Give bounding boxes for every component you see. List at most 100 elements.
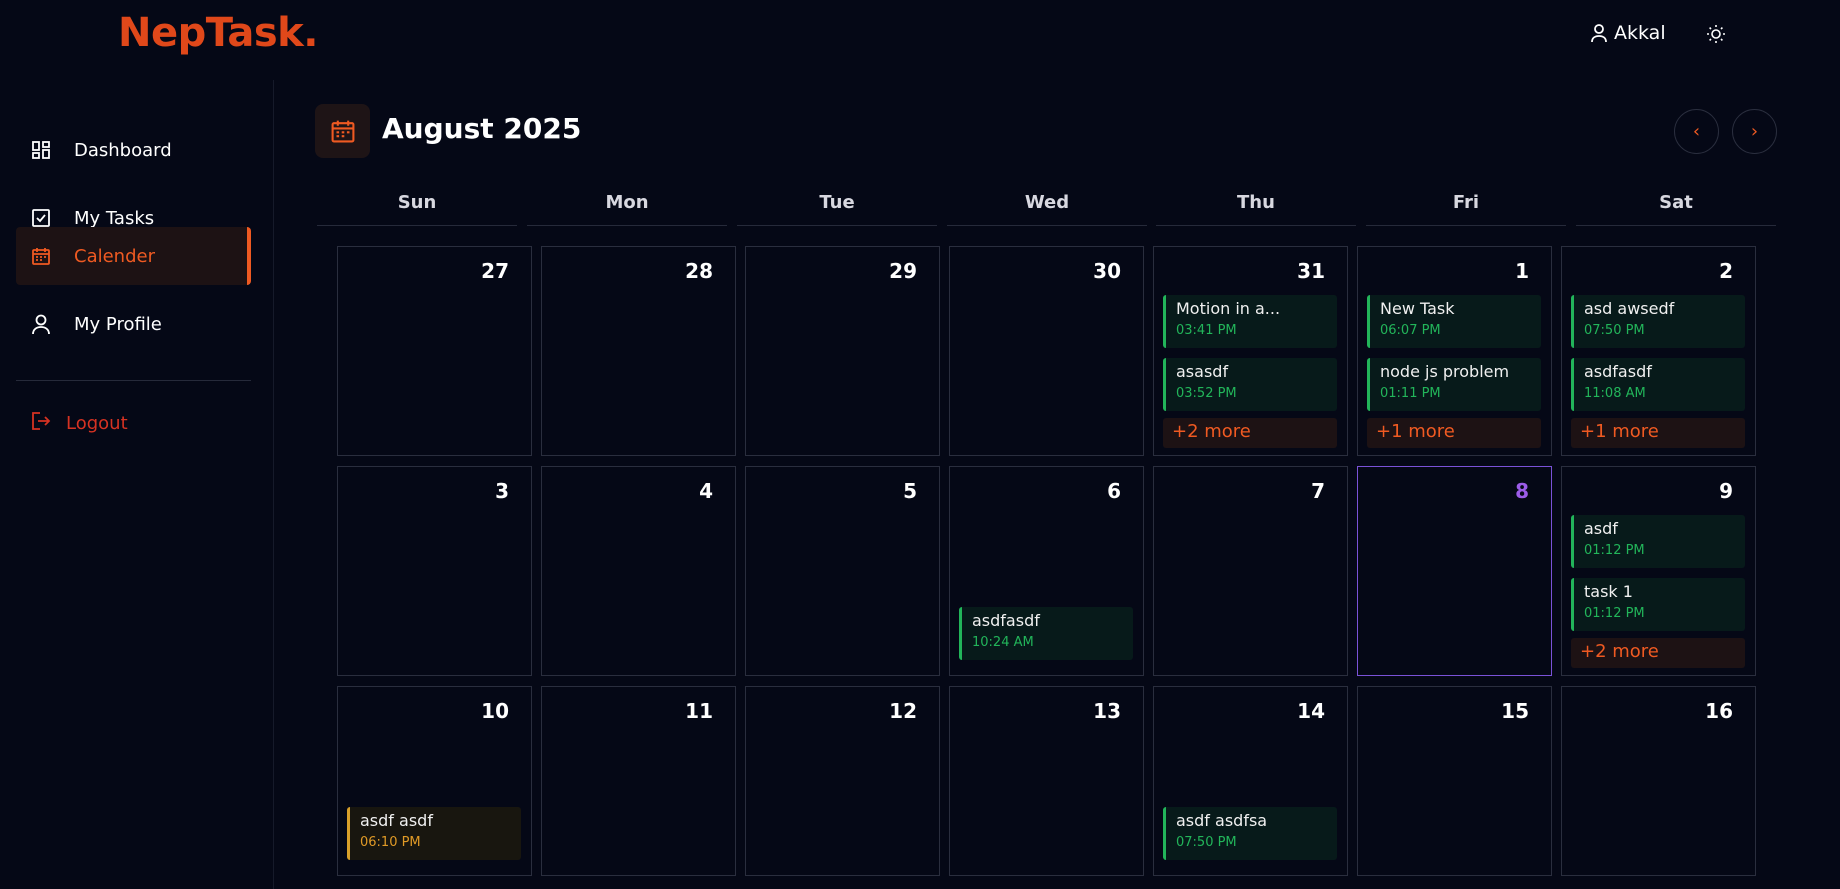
weekday-wed: Wed — [947, 192, 1147, 226]
event-card[interactable]: asdf 01:12 PM — [1571, 515, 1745, 568]
app-logo[interactable]: NepTask. — [118, 10, 318, 56]
event-title: asdfasdf — [1584, 362, 1652, 381]
event-card[interactable]: Motion in a... 03:41 PM — [1163, 295, 1337, 348]
event-title: node js problem — [1380, 362, 1510, 381]
day-number: 3 — [495, 479, 509, 503]
calendar-icon — [315, 104, 370, 158]
weekday-sun: Sun — [317, 192, 517, 226]
day-cell[interactable]: 31 Motion in a... 03:41 PM asasdf 03:52 PM +2… — [1153, 246, 1348, 456]
day-cell[interactable]: 7 — [1153, 466, 1348, 676]
user-icon — [1591, 24, 1607, 43]
event-card[interactable]: asdfasdf 10:24 AM — [959, 607, 1133, 660]
event-title: Motion in a... — [1176, 299, 1281, 318]
event-time: 07:50 PM — [1584, 323, 1645, 338]
more-events-button[interactable]: +2 more — [1163, 418, 1337, 448]
user-menu[interactable]: Akkal — [1590, 22, 1666, 44]
event-time: 01:12 PM — [1584, 606, 1645, 621]
event-card[interactable]: New Task 06:07 PM — [1367, 295, 1541, 348]
event-title: asasdf — [1176, 362, 1229, 381]
event-title: New Task — [1380, 299, 1455, 318]
event-time: 06:07 PM — [1380, 323, 1441, 338]
day-cell[interactable]: 6 asdfasdf 10:24 AM — [949, 466, 1144, 676]
day-cell[interactable]: 29 — [745, 246, 940, 456]
day-cell[interactable]: 16 — [1561, 686, 1756, 876]
event-card[interactable]: asd awsedf 07:50 PM — [1571, 295, 1745, 348]
day-number: 16 — [1705, 699, 1733, 723]
event-time: 11:08 AM — [1584, 386, 1646, 401]
sidebar-item-label: My Profile — [74, 313, 162, 335]
logout-icon — [30, 410, 52, 437]
day-number: 28 — [685, 259, 713, 283]
day-number: 27 — [481, 259, 509, 283]
event-time: 01:12 PM — [1584, 543, 1645, 558]
day-cell[interactable]: 14 asdf asdfsa 07:50 PM — [1153, 686, 1348, 876]
day-cell[interactable]: 27 — [337, 246, 532, 456]
day-cell[interactable]: 13 — [949, 686, 1144, 876]
grid-icon — [30, 139, 52, 161]
event-card[interactable]: asdfasdf 11:08 AM — [1571, 358, 1745, 411]
day-cell[interactable]: 1 New Task 06:07 PM node js problem 01:11 PM… — [1357, 246, 1552, 456]
event-card[interactable]: asdf asdfsa 07:50 PM — [1163, 807, 1337, 860]
day-cell[interactable]: 15 — [1357, 686, 1552, 876]
weekday-mon: Mon — [527, 192, 727, 226]
day-cell[interactable]: 12 — [745, 686, 940, 876]
day-cell[interactable]: 3 — [337, 466, 532, 676]
sidebar-divider — [16, 380, 251, 381]
day-cell[interactable]: 2 asd awsedf 07:50 PM asdfasdf 11:08 AM +1 mo… — [1561, 246, 1756, 456]
sidebar-item-label: My Tasks — [74, 207, 155, 229]
sidebar-item-my-profile[interactable]: My Profile — [16, 295, 251, 353]
weekday-fri: Fri — [1366, 192, 1566, 226]
day-number: 4 — [699, 479, 713, 503]
next-month-button[interactable]: › — [1732, 109, 1777, 154]
sidebar: Dashboard My Tasks Calender My Profile L… — [0, 80, 274, 889]
more-events-button[interactable]: +1 more — [1571, 418, 1745, 448]
sidebar-item-dashboard[interactable]: Dashboard — [16, 121, 251, 179]
event-time: 01:11 PM — [1380, 386, 1441, 401]
event-card[interactable]: asasdf 03:52 PM — [1163, 358, 1337, 411]
event-card[interactable]: asdf asdf 06:10 PM — [347, 807, 521, 860]
weekday-sat: Sat — [1576, 192, 1776, 226]
user-icon — [30, 313, 52, 335]
chevron-right-icon: › — [1750, 121, 1759, 142]
day-cell[interactable]: 10 asdf asdf 06:10 PM — [337, 686, 532, 876]
day-cell[interactable]: 4 — [541, 466, 736, 676]
day-cell[interactable]: 11 — [541, 686, 736, 876]
sidebar-item-label: Dashboard — [74, 139, 172, 161]
prev-month-button[interactable]: ‹ — [1674, 109, 1719, 154]
day-number: 1 — [1515, 259, 1529, 283]
event-title: asdf asdfsa — [1176, 811, 1268, 830]
day-number: 8 — [1515, 479, 1529, 503]
more-events-button[interactable]: +1 more — [1367, 418, 1541, 448]
sidebar-item-label: Calender — [74, 245, 155, 267]
event-card[interactable]: node js problem 01:11 PM — [1367, 358, 1541, 411]
day-number: 30 — [1093, 259, 1121, 283]
sidebar-item-calender[interactable]: Calender — [16, 227, 251, 285]
weekday-tue: Tue — [737, 192, 937, 226]
event-title: asd awsedf — [1584, 299, 1675, 318]
logout-button[interactable]: Logout — [16, 398, 251, 448]
sun-icon — [1707, 25, 1725, 43]
chevron-left-icon: ‹ — [1692, 121, 1701, 142]
more-events-button[interactable]: +2 more — [1571, 638, 1745, 668]
event-time: 03:41 PM — [1176, 323, 1237, 338]
day-number: 14 — [1297, 699, 1325, 723]
day-cell[interactable]: 9 asdf 01:12 PM task 1 01:12 PM +2 more — [1561, 466, 1756, 676]
checkbox-icon — [30, 207, 52, 229]
event-title: asdf — [1584, 519, 1618, 538]
event-title: task 1 — [1584, 582, 1633, 601]
event-title: asdf asdf — [360, 811, 433, 830]
event-card[interactable]: task 1 01:12 PM — [1571, 578, 1745, 631]
day-cell[interactable]: 5 — [745, 466, 940, 676]
day-number: 6 — [1107, 479, 1121, 503]
calendar-icon — [30, 245, 52, 267]
event-time: 10:24 AM — [972, 635, 1034, 650]
day-number: 7 — [1311, 479, 1325, 503]
day-cell[interactable]: 8 — [1357, 466, 1552, 676]
day-cell[interactable]: 28 — [541, 246, 736, 456]
theme-toggle-button[interactable] — [1704, 22, 1728, 46]
month-title: August 2025 — [382, 112, 582, 145]
event-time: 07:50 PM — [1176, 835, 1237, 850]
weekday-thu: Thu — [1156, 192, 1356, 226]
day-number: 9 — [1719, 479, 1733, 503]
day-cell[interactable]: 30 — [949, 246, 1144, 456]
